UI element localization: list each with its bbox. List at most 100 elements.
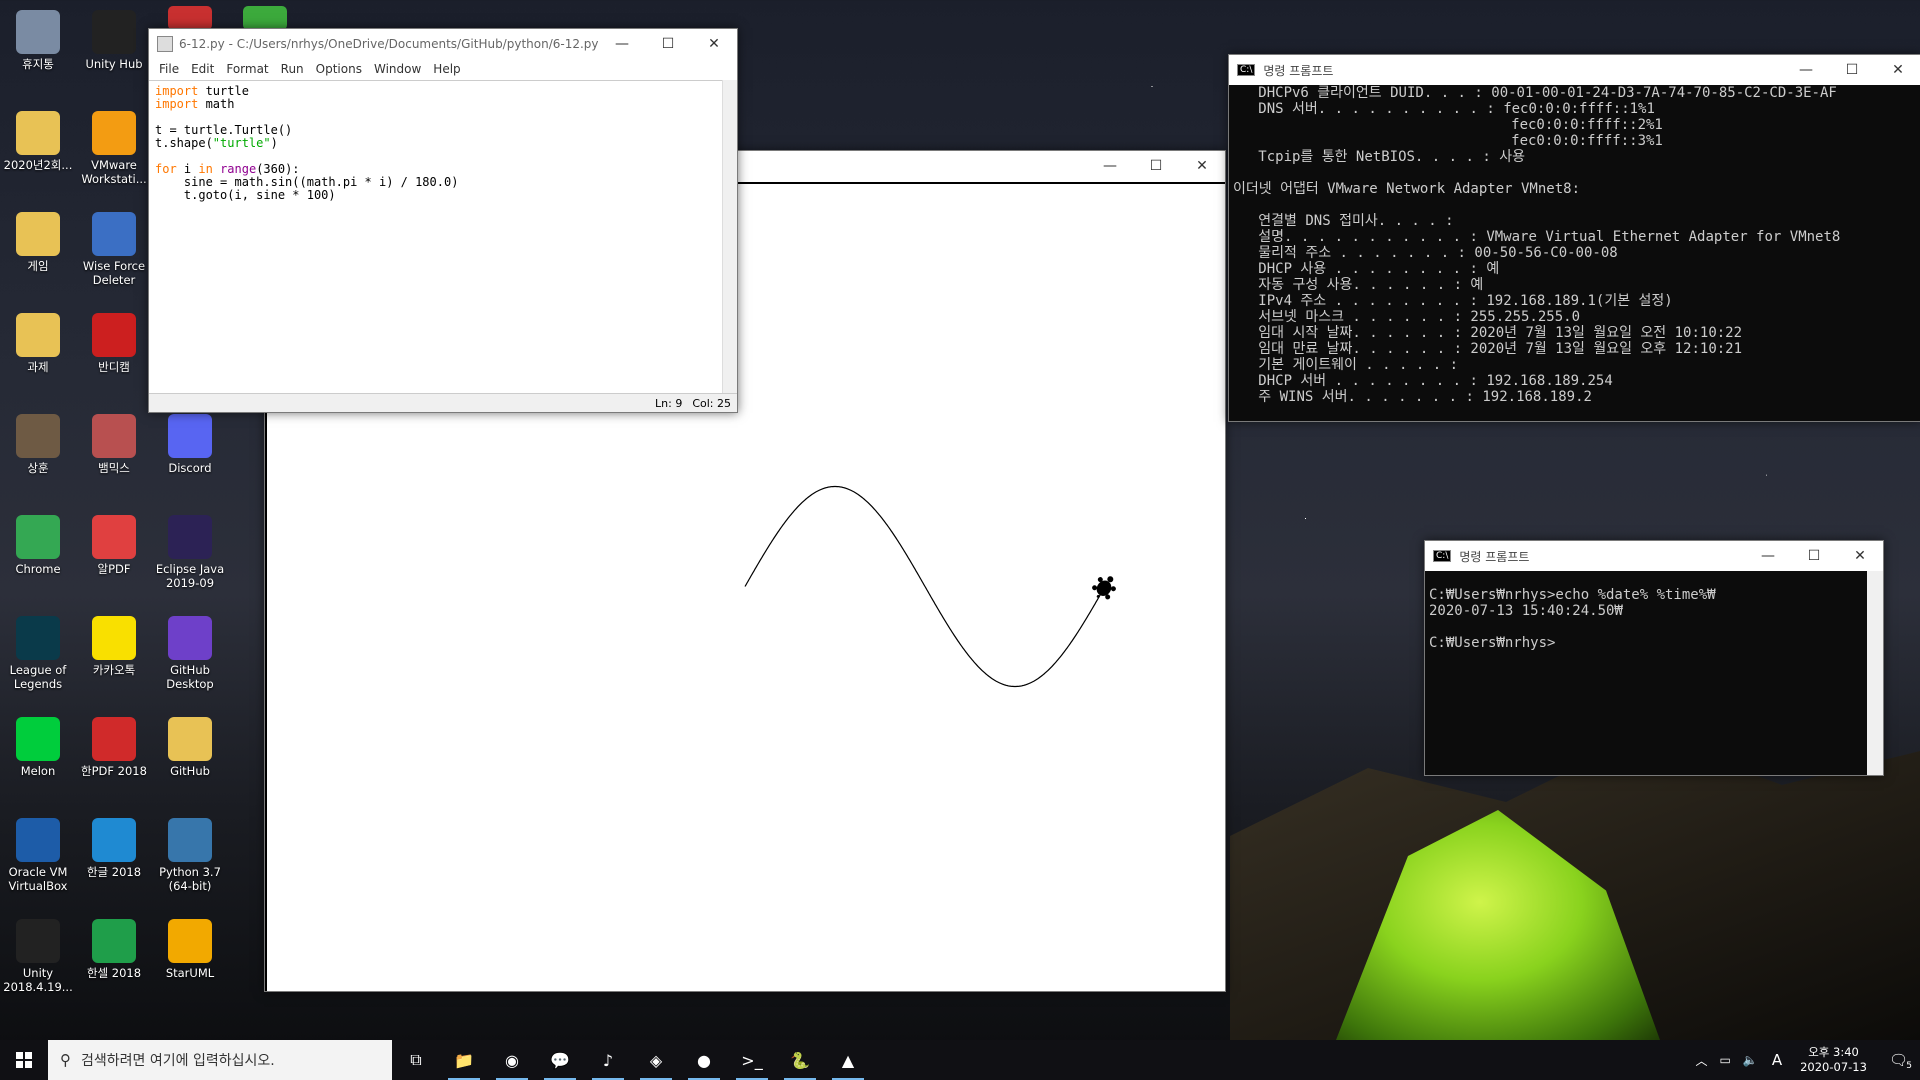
editor-scrollbar[interactable] xyxy=(722,80,737,394)
menu-item-options[interactable]: Options xyxy=(310,62,368,76)
desktop-icon[interactable]: 휴지통 xyxy=(2,4,74,71)
cmd-line: 서브넷 마스크 . . . . . . : 255.255.255.0 xyxy=(1233,309,1580,325)
code-line: import math xyxy=(155,97,235,111)
kakaotalk-icon[interactable]: 💬 xyxy=(536,1040,584,1080)
show-hidden-icons-icon[interactable]: ︿ xyxy=(1690,1052,1714,1069)
desktop-icon[interactable]: Wise Force Deleter xyxy=(78,206,150,287)
desktop-icon[interactable]: VMware Workstati... xyxy=(78,105,150,186)
notification-center-icon[interactable]: 🗨 5 xyxy=(1877,1051,1920,1071)
task-view-icon[interactable]: ⧉ xyxy=(392,1040,440,1080)
desktop-icon[interactable]: 게임 xyxy=(2,206,74,273)
window-title: 6-12.py - C:/Users/nrhys/OneDrive/Docume… xyxy=(179,37,599,51)
cmd-titlebar[interactable]: C:\ 명령 프롬프트 — ☐ ✕ xyxy=(1229,55,1920,85)
desktop-icon[interactable]: Oracle VM VirtualBox xyxy=(2,812,74,893)
desktop-icon[interactable]: 알PDF xyxy=(78,509,150,576)
desktop-icon-label: 게임 xyxy=(27,259,49,273)
pdf-icon[interactable]: ▲ xyxy=(824,1040,872,1080)
clock[interactable]: 오후 3:40 2020-07-13 xyxy=(1790,1045,1877,1075)
python-icon[interactable]: 🐍 xyxy=(776,1040,824,1080)
desktop-icon-label: 과제 xyxy=(27,360,49,374)
minimize-button[interactable]: — xyxy=(1087,151,1133,181)
desktop-icon[interactable]: Chrome xyxy=(2,509,74,576)
code-editor[interactable]: import turtle import math t = turtle.Turt… xyxy=(149,80,723,394)
desktop-icon-label: Chrome xyxy=(15,562,61,576)
idle-editor-window[interactable]: 6-12.py - C:/Users/nrhys/OneDrive/Docume… xyxy=(148,28,738,413)
windows-logo-icon xyxy=(16,1052,32,1068)
file-explorer-icon[interactable]: 📁 xyxy=(440,1040,488,1080)
desktop-icon[interactable]: GitHub Desktop xyxy=(154,610,226,691)
menu-item-run[interactable]: Run xyxy=(275,62,310,76)
desktop-icon-label: Unity Hub xyxy=(85,57,143,71)
partial-desktop-icon[interactable] xyxy=(168,6,212,30)
volume-icon[interactable]: 🔈 xyxy=(1737,1053,1764,1067)
menu-item-format[interactable]: Format xyxy=(220,62,274,76)
desktop-icon-label: 한글 2018 xyxy=(86,865,142,879)
desktop-icon[interactable]: Melon xyxy=(2,711,74,778)
cmd-scrollbar[interactable] xyxy=(1867,571,1883,775)
desktop-icon[interactable]: 카카오톡 xyxy=(78,610,150,677)
desktop-icon-label: Melon xyxy=(20,764,56,778)
melon-icon[interactable]: ♪ xyxy=(584,1040,632,1080)
desktop-icon[interactable]: 한셀 2018 xyxy=(78,913,150,980)
cmd-titlebar[interactable]: C:\ 명령 프롬프트 — ☐ ✕ xyxy=(1425,541,1883,571)
github-icon[interactable]: ● xyxy=(680,1040,728,1080)
idle-titlebar[interactable]: 6-12.py - C:/Users/nrhys/OneDrive/Docume… xyxy=(149,29,737,59)
desktop-icon[interactable]: 과제 xyxy=(2,307,74,374)
menu-item-file[interactable]: File xyxy=(153,62,185,76)
minimize-button[interactable]: — xyxy=(599,29,645,59)
minimize-button[interactable]: — xyxy=(1783,55,1829,85)
taskbar: ⚲ 검색하려면 여기에 입력하십시오. ⧉ 📁 ◉ 💬 ♪ ◈ ● >_ 🐍 ▲ ︿ ▭ 🔈 A … xyxy=(0,1040,1920,1080)
partial-desktop-icon[interactable] xyxy=(243,6,287,30)
chrome-icon[interactable]: ◉ xyxy=(488,1040,536,1080)
desktop-icon[interactable]: Python 3.7 (64-bit) xyxy=(154,812,226,893)
code-text[interactable]: import turtle import math t = turtle.Turt… xyxy=(149,81,723,206)
desktop-icon[interactable]: Eclipse Java 2019-09 xyxy=(154,509,226,590)
taskbar-search-box[interactable]: ⚲ 검색하려면 여기에 입력하십시오. xyxy=(48,1040,392,1080)
menu-bar: File Edit Format Run Options Window Help xyxy=(149,59,737,79)
maximize-button[interactable]: ☐ xyxy=(1133,151,1179,181)
discord-icon[interactable]: ◈ xyxy=(632,1040,680,1080)
recycle-bin-icon xyxy=(16,10,60,54)
maximize-button[interactable]: ☐ xyxy=(645,29,691,59)
menu-item-help[interactable]: Help xyxy=(427,62,466,76)
desktop-icon[interactable]: 2020년2회... xyxy=(2,105,74,172)
menu-item-window[interactable]: Window xyxy=(368,62,427,76)
staruml-icon xyxy=(168,919,212,963)
desktop-icon[interactable]: 상훈 xyxy=(2,408,74,475)
desktop-icon[interactable]: Discord xyxy=(154,408,226,475)
desktop-icon[interactable]: 뱀믹스 xyxy=(78,408,150,475)
desktop-icon[interactable]: League of Legends xyxy=(2,610,74,691)
maximize-button[interactable]: ☐ xyxy=(1791,541,1837,571)
alpdf-icon xyxy=(92,515,136,559)
maximize-button[interactable]: ☐ xyxy=(1829,55,1875,85)
desktop-icon[interactable]: GitHub xyxy=(154,711,226,778)
command-prompt-window[interactable]: C:\ 명령 프롬프트 — ☐ ✕ DHCPv6 클라이언트 DUID. . .… xyxy=(1228,54,1920,422)
cmd-icon[interactable]: >_ xyxy=(728,1040,776,1080)
ime-indicator[interactable]: A xyxy=(1764,1051,1790,1069)
desktop-icon[interactable]: Unity Hub xyxy=(78,4,150,71)
start-button[interactable] xyxy=(0,1040,48,1080)
search-placeholder: 검색하려면 여기에 입력하십시오. xyxy=(81,1053,275,1069)
desktop-icon[interactable]: 한글 2018 xyxy=(78,812,150,879)
code-line: t.goto(i, sine * 100) xyxy=(155,188,336,202)
desktop-icon-label: 뱀믹스 xyxy=(98,461,130,475)
cmd-output[interactable]: DHCPv6 클라이언트 DUID. . . : 00-01-00-01-24-… xyxy=(1229,85,1920,421)
desktop-icon[interactable]: 한PDF 2018 xyxy=(78,711,150,778)
close-button[interactable]: ✕ xyxy=(1875,55,1920,85)
close-button[interactable]: ✕ xyxy=(1837,541,1883,571)
desktop-icon-label: GitHub xyxy=(170,764,210,778)
photo-icon xyxy=(16,414,60,458)
desktop-icon[interactable]: 반디캠 xyxy=(78,307,150,374)
menu-item-edit[interactable]: Edit xyxy=(185,62,220,76)
minimize-button[interactable]: — xyxy=(1745,541,1791,571)
cmd-output[interactable]: C:₩Users₩nrhys>echo %date% %time%₩ 2020-0… xyxy=(1425,571,1867,771)
close-button[interactable]: ✕ xyxy=(1179,151,1225,181)
desktop-icon[interactable]: Unity 2018.4.19... xyxy=(2,913,74,994)
cmd-line: 설명. . . . . . . . . . . : VMware Virtual… xyxy=(1233,229,1841,245)
cmd-line: DNS 서버. . . . . . . . . . : fec0:0:0:fff… xyxy=(1233,101,1655,117)
network-icon[interactable]: ▭ xyxy=(1714,1053,1737,1067)
command-prompt-window-small[interactable]: C:\ 명령 프롬프트 — ☐ ✕ C:₩Users₩nrhys>echo %d… xyxy=(1424,540,1884,776)
close-button[interactable]: ✕ xyxy=(691,29,737,59)
desktop-icon[interactable]: StarUML xyxy=(154,913,226,980)
cmd-line: C:₩Users₩nrhys> xyxy=(1429,635,1556,651)
